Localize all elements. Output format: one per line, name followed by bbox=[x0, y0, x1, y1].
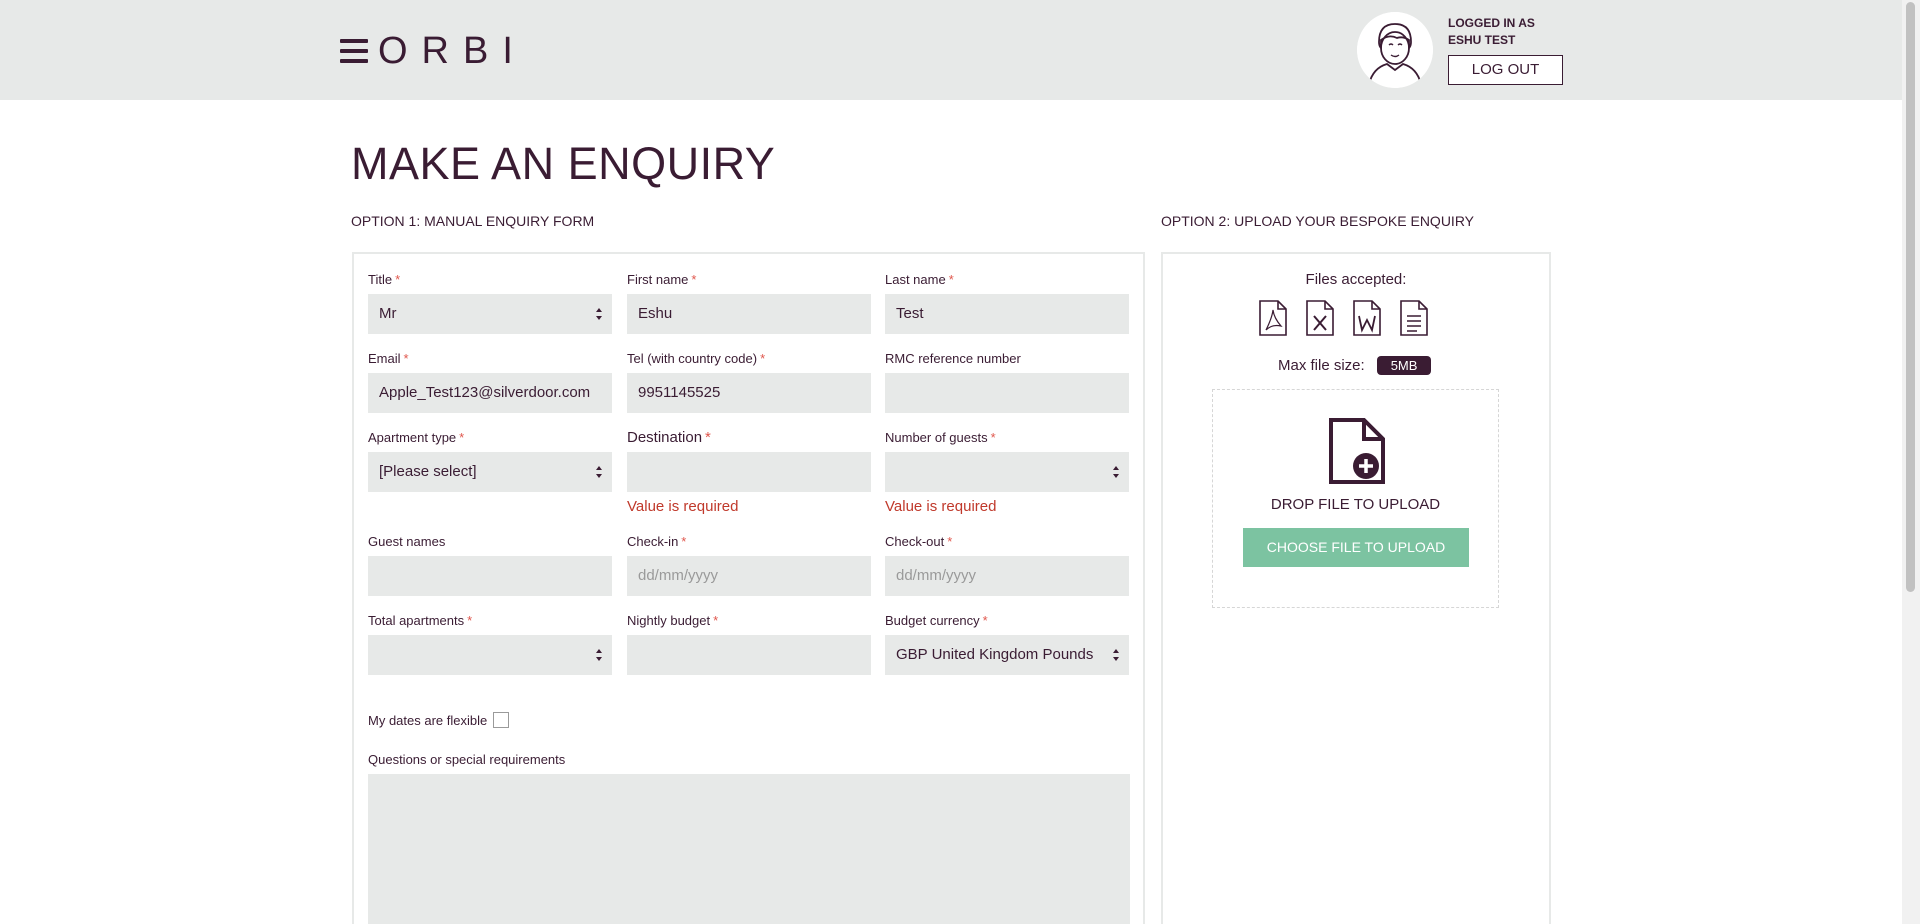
top-bar: ORBI LOGGED IN AS ESHU TEST LOG OUT bbox=[0, 0, 1902, 100]
apartment-type-label: Apartment type * bbox=[368, 430, 465, 445]
guest-names-field: Guest names bbox=[368, 534, 612, 596]
flexible-dates-label: My dates are flexible bbox=[368, 712, 488, 728]
avatar bbox=[1357, 12, 1433, 88]
destination-field: Destination * Value is required bbox=[627, 430, 871, 516]
budget-currency-select[interactable]: GBP United Kingdom Pounds bbox=[885, 635, 1129, 675]
apartment-type-select[interactable]: [Please select] bbox=[368, 452, 612, 492]
max-file-size: Max file size: 5MB bbox=[1278, 356, 1432, 375]
user-name: ESHU TEST bbox=[1448, 33, 1516, 47]
text-file-icon bbox=[1400, 300, 1428, 336]
check-in-input[interactable]: dd/mm/yyyy bbox=[627, 556, 871, 596]
tel-input[interactable]: 9951145525 bbox=[627, 373, 871, 413]
budget-currency-field: Budget currency * GBP United Kingdom Poun… bbox=[885, 613, 1129, 675]
apartment-type-field: Apartment type * [Please select] bbox=[368, 430, 612, 492]
last-name-input[interactable]: Test bbox=[885, 294, 1129, 334]
last-name-field: Last name * Test bbox=[885, 272, 1129, 334]
first-name-label: First name * bbox=[627, 272, 697, 287]
flexible-dates-row: My dates are flexible bbox=[368, 712, 510, 728]
check-out-label: Check-out * bbox=[885, 534, 953, 549]
scrollbar-thumb[interactable] bbox=[1906, 2, 1915, 592]
email-field: Email * Apple_Test123@silverdoor.com bbox=[368, 351, 612, 413]
nightly-budget-label: Nightly budget * bbox=[627, 613, 719, 628]
tel-field: Tel (with country code) * 9951145525 bbox=[627, 351, 871, 413]
guests-select[interactable] bbox=[885, 452, 1129, 492]
destination-input[interactable] bbox=[627, 452, 871, 492]
rmc-input[interactable] bbox=[885, 373, 1129, 413]
drop-file-text: DROP FILE TO UPLOAD bbox=[1270, 496, 1441, 513]
title-select[interactable]: Mr bbox=[368, 294, 612, 334]
guest-names-label: Guest names bbox=[368, 534, 446, 549]
option1-heading: OPTION 1: MANUAL ENQUIRY FORM bbox=[351, 213, 595, 229]
page-title: MAKE AN ENQUIRY bbox=[351, 138, 776, 189]
check-in-label: Check-in * bbox=[627, 534, 687, 549]
check-out-field: Check-out * dd/mm/yyyy bbox=[885, 534, 1129, 596]
total-apartments-select[interactable] bbox=[368, 635, 612, 675]
nightly-budget-field: Nightly budget * bbox=[627, 613, 871, 675]
file-type-icons bbox=[1258, 300, 1429, 336]
budget-currency-label: Budget currency * bbox=[885, 613, 988, 628]
nightly-budget-input[interactable] bbox=[627, 635, 871, 675]
flexible-dates-checkbox[interactable] bbox=[493, 712, 510, 728]
choose-file-button[interactable]: CHOOSE FILE TO UPLOAD bbox=[1243, 528, 1469, 567]
files-accepted-label: Files accepted: bbox=[1305, 271, 1407, 288]
guests-error: Value is required bbox=[885, 498, 997, 515]
questions-field: Questions or special requirements bbox=[368, 752, 1130, 924]
guests-label: Number of guests * bbox=[885, 430, 996, 445]
destination-error: Value is required bbox=[627, 498, 739, 515]
page-scrollbar[interactable] bbox=[1902, 0, 1920, 924]
logout-button[interactable]: LOG OUT bbox=[1448, 55, 1563, 85]
max-size-badge: 5MB bbox=[1376, 356, 1432, 375]
guest-names-input[interactable] bbox=[368, 556, 612, 596]
first-name-input[interactable]: Eshu bbox=[627, 294, 871, 334]
pdf-file-icon bbox=[1259, 300, 1287, 336]
first-name-field: First name * Eshu bbox=[627, 272, 871, 334]
tel-label: Tel (with country code) * bbox=[627, 351, 766, 366]
add-file-icon bbox=[1329, 418, 1385, 484]
logo[interactable]: ORBI bbox=[378, 31, 527, 71]
email-label: Email * bbox=[368, 351, 409, 366]
guests-field: Number of guests * Value is required bbox=[885, 430, 1129, 516]
destination-label: Destination * bbox=[627, 429, 711, 446]
excel-file-icon bbox=[1306, 300, 1334, 336]
email-input[interactable]: Apple_Test123@silverdoor.com bbox=[368, 373, 612, 413]
questions-textarea[interactable] bbox=[368, 774, 1130, 924]
max-size-label: Max file size: bbox=[1278, 357, 1365, 374]
rmc-field: RMC reference number bbox=[885, 351, 1129, 413]
questions-label: Questions or special requirements bbox=[368, 752, 566, 767]
option2-heading: OPTION 2: UPLOAD YOUR BESPOKE ENQUIRY bbox=[1161, 213, 1475, 229]
total-apartments-field: Total apartments * bbox=[368, 613, 612, 675]
title-label: Title * bbox=[368, 272, 401, 287]
check-out-input[interactable]: dd/mm/yyyy bbox=[885, 556, 1129, 596]
last-name-label: Last name * bbox=[885, 272, 954, 287]
check-in-field: Check-in * dd/mm/yyyy bbox=[627, 534, 871, 596]
menu-icon[interactable] bbox=[340, 39, 368, 63]
total-apartments-label: Total apartments * bbox=[368, 613, 473, 628]
rmc-label: RMC reference number bbox=[885, 351, 1021, 366]
title-field: Title * Mr bbox=[368, 272, 612, 334]
word-file-icon bbox=[1353, 300, 1381, 336]
logged-in-info: LOGGED IN AS ESHU TEST bbox=[1448, 15, 1535, 49]
logged-in-label: LOGGED IN AS bbox=[1448, 16, 1535, 30]
